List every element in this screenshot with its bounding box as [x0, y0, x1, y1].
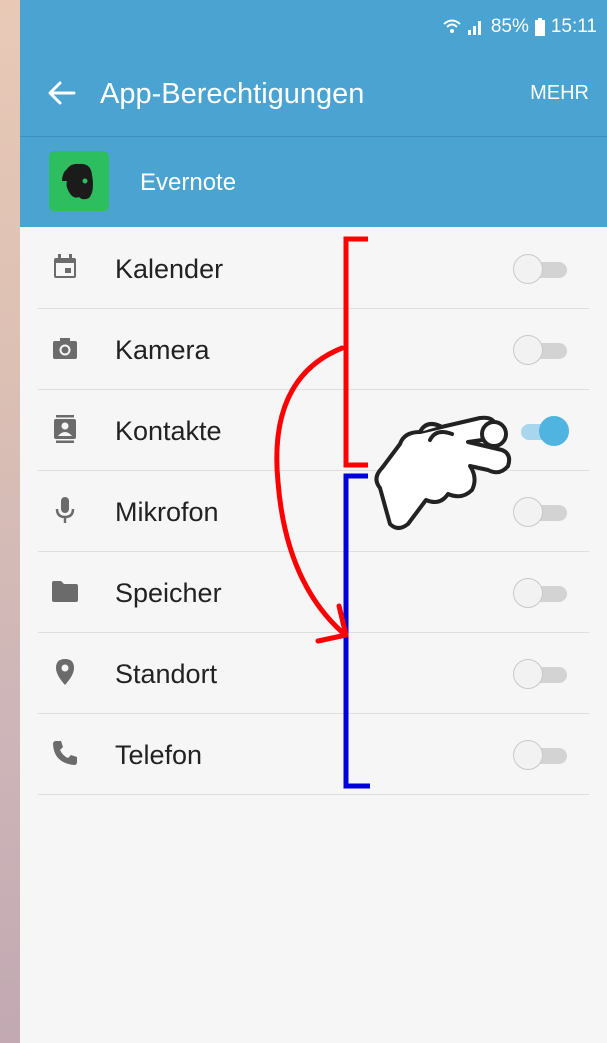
- red-bracket: [343, 236, 368, 468]
- blue-bracket: [343, 473, 370, 789]
- pointing-hand-icon: [374, 415, 512, 530]
- annotation-overlay: [274, 236, 512, 789]
- red-curved-arrow: [274, 345, 346, 636]
